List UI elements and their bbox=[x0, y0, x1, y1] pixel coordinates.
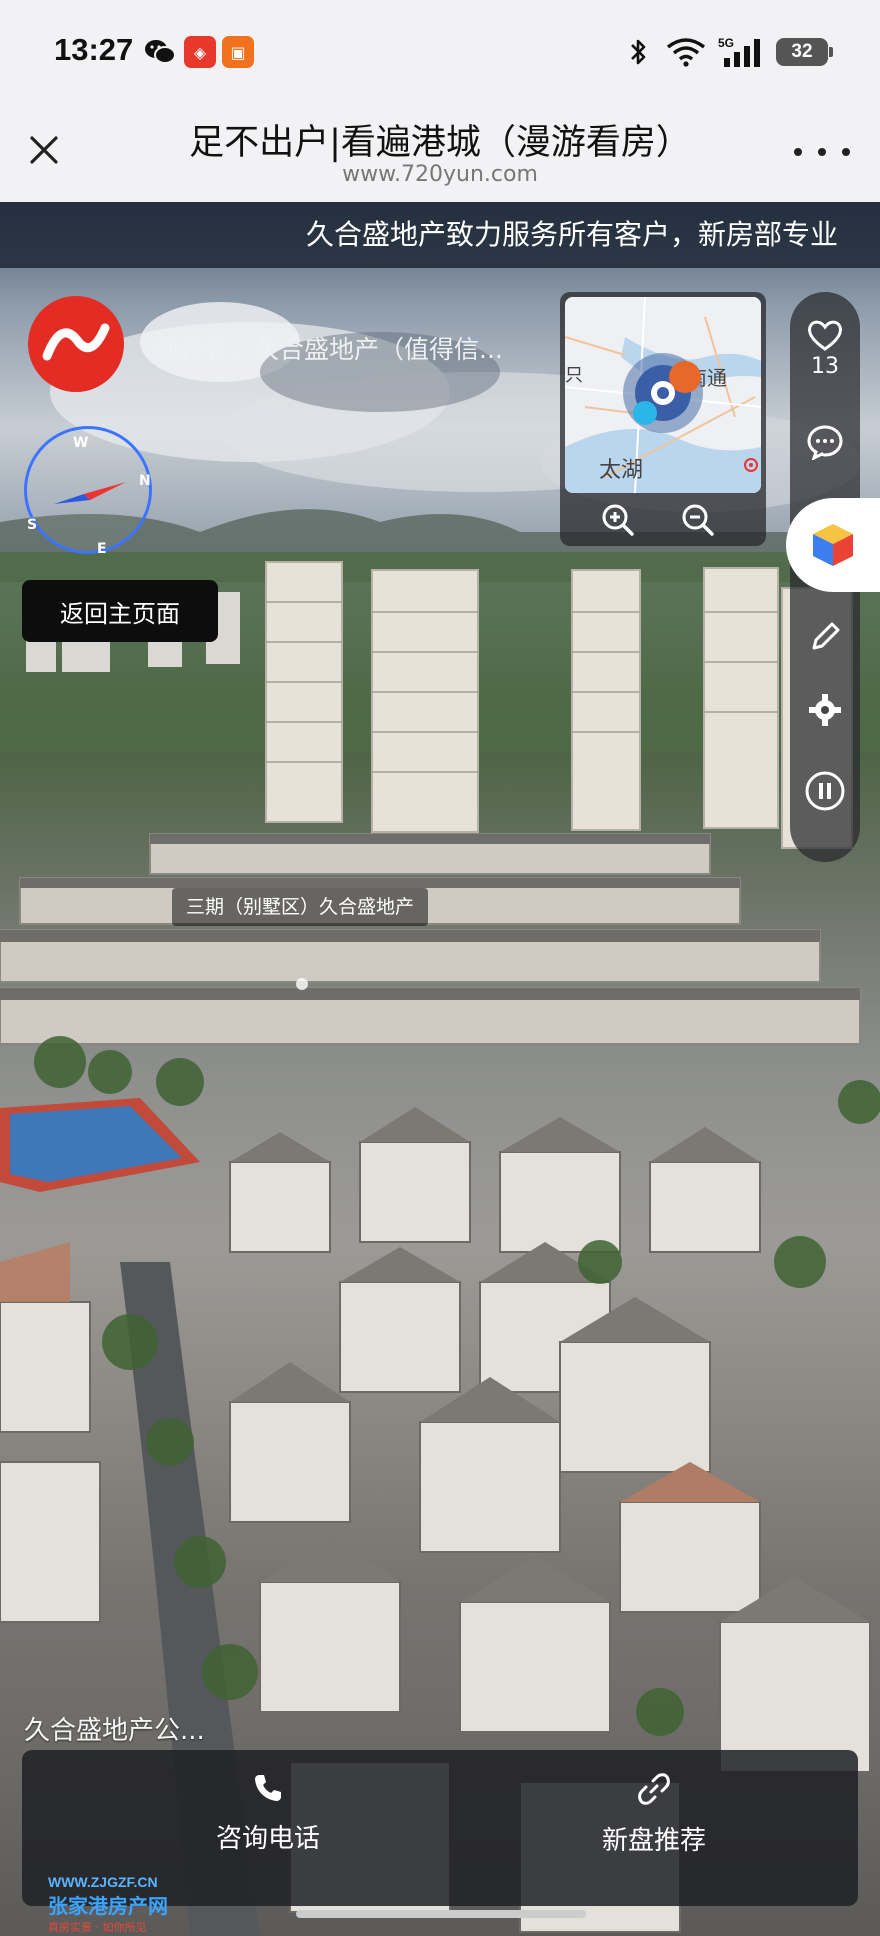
marquee-text: 久合盛地产致力服务所有客户，新房部专业 bbox=[306, 218, 839, 251]
more-dot-icon bbox=[794, 148, 802, 156]
site-watermark: WWW.ZJGZF.CN 张家港房产网 真房实景 · 如你所见 bbox=[48, 1874, 168, 1935]
page-title: 足不出户|看遍港城（漫游看房） bbox=[189, 123, 691, 163]
cube-icon bbox=[813, 524, 853, 566]
hotspot-label[interactable]: 三期（别墅区）久合盛地产 bbox=[172, 888, 429, 926]
link-icon bbox=[638, 1773, 670, 1805]
phone-icon bbox=[255, 1775, 281, 1801]
panorama-view[interactable]: 久合盛地产致力服务所有客户，新房部专业 创作者：久合盛地产（值得信... W N… bbox=[0, 202, 880, 1936]
zoom-in-button[interactable] bbox=[600, 502, 636, 538]
bluetooth-icon bbox=[628, 36, 648, 68]
creator-logo[interactable] bbox=[28, 296, 124, 392]
new-listing-button[interactable]: 新盘推荐 bbox=[504, 1772, 804, 1857]
creator-label[interactable]: 创作者：久合盛地产（值得信... bbox=[154, 330, 503, 366]
minimap-map: 南通 太湖 只 bbox=[565, 297, 761, 493]
pause-button[interactable] bbox=[790, 770, 860, 812]
marquee-banner: 久合盛地产致力服务所有客户，新房部专业 bbox=[0, 202, 880, 268]
minimap[interactable]: 南通 太湖 只 bbox=[560, 292, 766, 546]
app-badge-orange-icon: ▣ bbox=[222, 36, 254, 68]
svg-text:5G: 5G bbox=[718, 36, 734, 50]
logo-mark-icon bbox=[42, 323, 110, 361]
pause-icon bbox=[805, 771, 845, 811]
zoom-in-icon bbox=[602, 504, 634, 536]
vr-mode-button[interactable] bbox=[786, 498, 880, 592]
minimap-label-partial: 只 bbox=[565, 365, 583, 386]
new-listing-label: 新盘推荐 bbox=[601, 1826, 706, 1856]
more-dot-icon bbox=[842, 148, 850, 156]
wifi-icon bbox=[666, 36, 706, 68]
comment-icon bbox=[807, 425, 843, 460]
page-url: www.720yun.com bbox=[342, 162, 538, 187]
minimap-view[interactable]: 南通 太湖 只 bbox=[565, 297, 761, 493]
edit-button[interactable] bbox=[790, 620, 860, 654]
return-home-button[interactable]: 返回主页面 bbox=[22, 580, 218, 642]
status-time: 13:27 bbox=[54, 32, 134, 67]
nav-bar: 足不出户|看遍港城（漫游看房） www.720yun.com bbox=[0, 104, 880, 202]
zoom-out-button[interactable] bbox=[680, 502, 716, 538]
compass[interactable]: W N S E bbox=[24, 426, 152, 557]
more-dot-icon bbox=[818, 148, 826, 156]
watermark-name: 张家港房产网 bbox=[48, 1894, 168, 1918]
hotspot-marker[interactable] bbox=[296, 978, 308, 990]
settings-button[interactable] bbox=[790, 692, 860, 728]
battery-indicator: 32 bbox=[776, 38, 833, 66]
status-bar: 13:27 ◈ ▣ 5G 32 bbox=[0, 0, 880, 104]
heart-icon bbox=[808, 320, 842, 351]
like-count: 13 bbox=[811, 354, 839, 379]
scene-caption[interactable]: 久合盛地产公... bbox=[24, 1710, 205, 1747]
comment-button[interactable] bbox=[790, 424, 860, 460]
watermark-url: WWW.ZJGZF.CN bbox=[48, 1874, 158, 1890]
wechat-icon bbox=[144, 36, 176, 68]
more-options-button[interactable] bbox=[794, 140, 850, 164]
compass-needle-icon bbox=[54, 482, 126, 504]
watermark-slogan: 真房实景 · 如你所见 bbox=[48, 1921, 147, 1934]
consult-phone-label: 咨询电话 bbox=[215, 1824, 320, 1854]
zoom-out-icon bbox=[682, 504, 714, 536]
signal-5g-icon: 5G bbox=[718, 36, 764, 68]
minimap-label-taihu: 太湖 bbox=[599, 458, 643, 483]
consult-phone-button[interactable]: 咨询电话 bbox=[118, 1772, 418, 1855]
app-badge-red-icon: ◈ bbox=[184, 36, 216, 68]
gear-icon bbox=[809, 694, 841, 726]
like-button[interactable]: 13 bbox=[790, 318, 860, 379]
home-indicator[interactable] bbox=[296, 1910, 586, 1918]
pencil-icon bbox=[812, 622, 840, 650]
